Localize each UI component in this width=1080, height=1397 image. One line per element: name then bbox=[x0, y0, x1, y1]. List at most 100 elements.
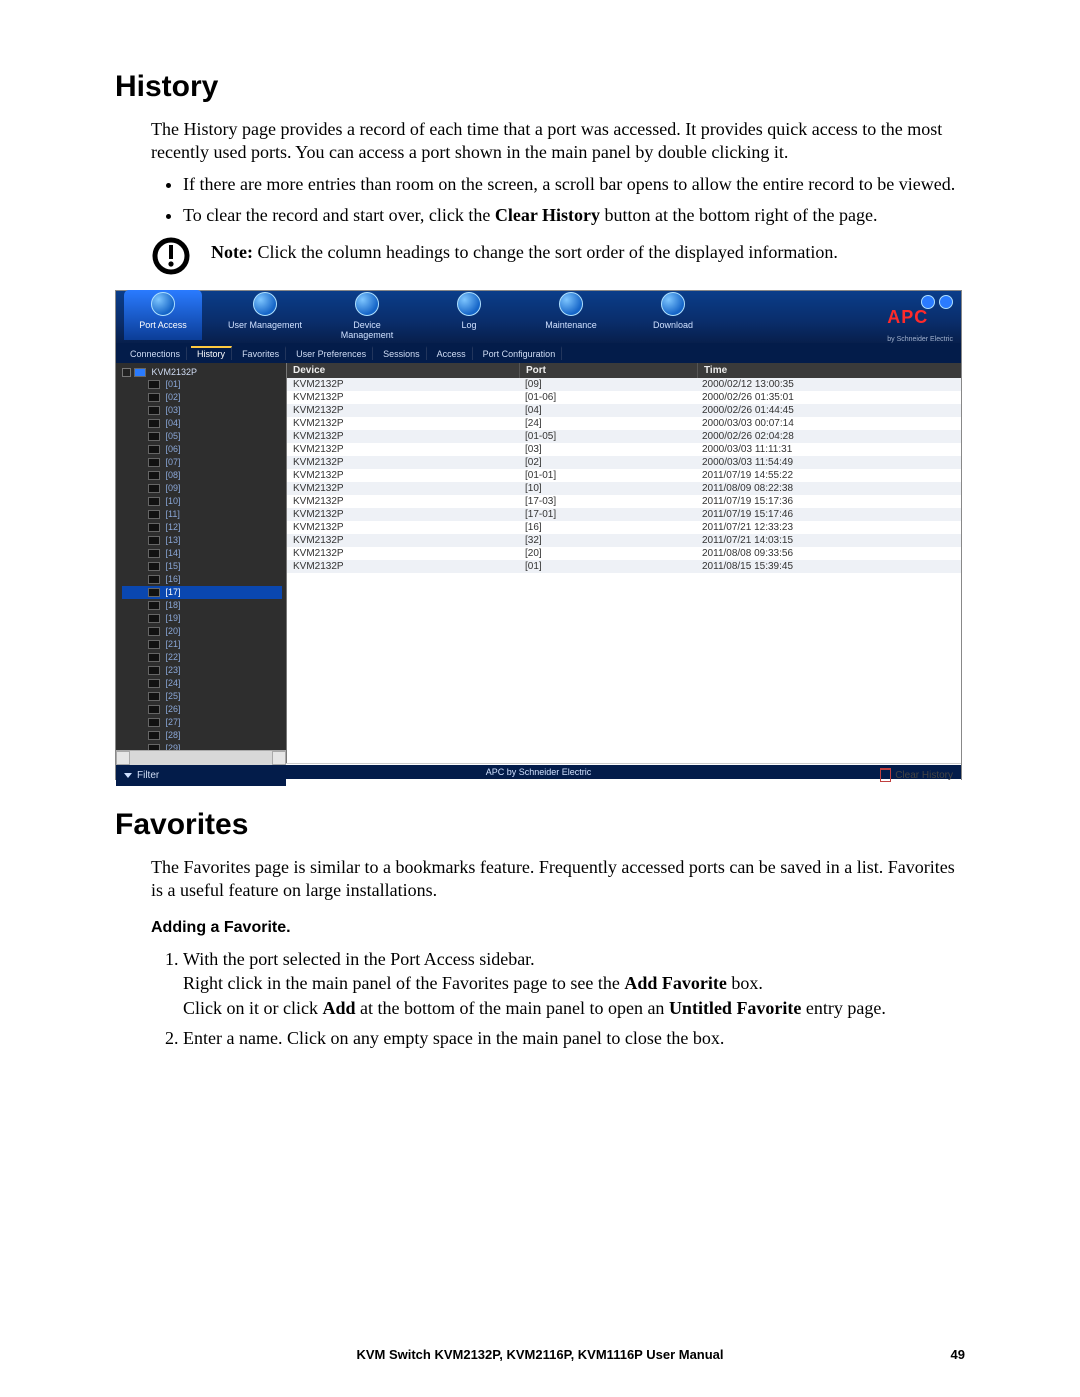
main-tab-user-management[interactable]: User Management bbox=[226, 290, 304, 340]
history-row[interactable]: KVM2132P[17-01]2011/07/19 15:17:46 bbox=[287, 508, 961, 521]
col-port[interactable]: Port bbox=[520, 363, 698, 378]
txt: button at the bottom right of the page. bbox=[600, 205, 877, 225]
history-row[interactable]: KVM2132P[09]2000/02/12 13:00:35 bbox=[287, 378, 961, 391]
history-row[interactable]: KVM2132P[01-06]2000/02/26 01:35:01 bbox=[287, 391, 961, 404]
tree-port[interactable]: [16] bbox=[122, 573, 282, 586]
tree-port[interactable]: [05] bbox=[122, 430, 282, 443]
apc-logo: APC bbox=[887, 307, 953, 328]
txt: To clear the record and start over, clic… bbox=[183, 205, 495, 225]
history-row[interactable]: KVM2132P[32]2011/07/21 14:03:15 bbox=[287, 534, 961, 547]
tree-port[interactable]: [09] bbox=[122, 482, 282, 495]
page-number: 49 bbox=[951, 1347, 965, 1362]
tab-icon bbox=[559, 292, 583, 316]
sub-tab-favorites[interactable]: Favorites bbox=[236, 346, 286, 360]
tree-port[interactable]: [20] bbox=[122, 625, 282, 638]
heading-favorites: Favorites bbox=[115, 808, 965, 842]
tree-port[interactable]: [22] bbox=[122, 651, 282, 664]
main-tab-device-management[interactable]: Device Management bbox=[328, 290, 406, 340]
clear-history-button[interactable]: Clear History bbox=[880, 768, 953, 782]
tree-port[interactable]: [03] bbox=[122, 404, 282, 417]
history-row[interactable]: KVM2132P[10]2011/08/09 08:22:38 bbox=[287, 482, 961, 495]
history-row[interactable]: KVM2132P[01-05]2000/02/26 02:04:28 bbox=[287, 430, 961, 443]
adding-favorite-subhead: Adding a Favorite. bbox=[151, 919, 965, 937]
history-row[interactable]: KVM2132P[01]2011/08/15 15:39:45 bbox=[287, 560, 961, 573]
tree-port[interactable]: [01] bbox=[122, 378, 282, 391]
tree-port[interactable]: [02] bbox=[122, 391, 282, 404]
main-tab-maintenance[interactable]: Maintenance bbox=[532, 290, 610, 340]
tree-port[interactable]: [17] bbox=[122, 586, 282, 599]
tree-port[interactable]: [27] bbox=[122, 716, 282, 729]
sub-tab-access[interactable]: Access bbox=[431, 346, 473, 360]
history-table-header[interactable]: Device Port Time bbox=[287, 363, 961, 378]
tree-port[interactable]: [21] bbox=[122, 638, 282, 651]
tree-port[interactable]: [24] bbox=[122, 677, 282, 690]
sub-tab-connections[interactable]: Connections bbox=[124, 346, 187, 360]
history-panel: Device Port Time KVM2132P[09]2000/02/12 … bbox=[287, 363, 961, 763]
help-icon[interactable] bbox=[921, 295, 935, 309]
top-right-icons bbox=[921, 295, 953, 309]
footer-title: KVM Switch KVM2132P, KVM2116P, KVM1116P … bbox=[356, 1347, 723, 1362]
sub-tab-sessions[interactable]: Sessions bbox=[377, 346, 427, 360]
col-time[interactable]: Time bbox=[698, 363, 961, 378]
filter-button[interactable]: Filter bbox=[116, 764, 286, 786]
fav-step-1: With the port selected in the Port Acces… bbox=[183, 947, 965, 1020]
tree-port[interactable]: [26] bbox=[122, 703, 282, 716]
history-row[interactable]: KVM2132P[03]2000/03/03 11:11:31 bbox=[287, 443, 961, 456]
note-body: Click the column headings to change the … bbox=[253, 242, 838, 262]
history-row[interactable]: KVM2132P[04]2000/02/26 01:44:45 bbox=[287, 404, 961, 417]
tree-root[interactable]: KVM2132P bbox=[122, 366, 282, 378]
history-bullet-2: To clear the record and start over, clic… bbox=[183, 204, 965, 227]
main-tab-port-access[interactable]: Port Access bbox=[124, 290, 202, 340]
sub-tab-port-configuration[interactable]: Port Configuration bbox=[477, 346, 563, 360]
history-row[interactable]: KVM2132P[17-03]2011/07/19 15:17:36 bbox=[287, 495, 961, 508]
tree-port[interactable]: [18] bbox=[122, 599, 282, 612]
fav-step-2: Enter a name. Click on any empty space i… bbox=[183, 1026, 965, 1050]
tree-port[interactable]: [15] bbox=[122, 560, 282, 573]
note-text: Note: Click the column headings to chang… bbox=[211, 236, 838, 263]
history-row[interactable]: KVM2132P[16]2011/07/21 12:33:23 bbox=[287, 521, 961, 534]
main-nav-tabs: Port Access User Management Device Managem… bbox=[124, 290, 712, 343]
tree-port[interactable]: [06] bbox=[122, 443, 282, 456]
tree-port[interactable]: [28] bbox=[122, 729, 282, 742]
tree-port[interactable]: [04] bbox=[122, 417, 282, 430]
exclamation-icon bbox=[151, 236, 191, 276]
history-intro: The History page provides a record of ea… bbox=[151, 118, 965, 163]
history-row[interactable]: KVM2132P[02]2000/03/03 11:54:49 bbox=[287, 456, 961, 469]
tree-port[interactable]: [07] bbox=[122, 456, 282, 469]
tree-port[interactable]: [25] bbox=[122, 690, 282, 703]
tab-icon bbox=[355, 292, 379, 316]
sub-nav-tabs: Connections History Favorites User Preferen… bbox=[116, 343, 961, 363]
page-footer: KVM Switch KVM2132P, KVM2116P, KVM1116P … bbox=[115, 1347, 965, 1362]
favorites-steps: With the port selected in the Port Acces… bbox=[183, 947, 965, 1050]
main-tab-log[interactable]: Log bbox=[430, 290, 508, 340]
history-row[interactable]: KVM2132P[24]2000/03/03 00:07:14 bbox=[287, 417, 961, 430]
tree-port[interactable]: [12] bbox=[122, 521, 282, 534]
tree-port[interactable]: [19] bbox=[122, 612, 282, 625]
sub-tab-user-preferences[interactable]: User Preferences bbox=[290, 346, 373, 360]
kvm-body: KVM2132P [01] [02] [03] [04] [05] [06] [… bbox=[116, 363, 961, 763]
txt: box. bbox=[727, 973, 763, 993]
tree-port[interactable]: [13] bbox=[122, 534, 282, 547]
tree-port[interactable]: [11] bbox=[122, 508, 282, 521]
history-row[interactable]: KVM2132P[20]2011/08/08 09:33:56 bbox=[287, 547, 961, 560]
tree-port[interactable]: [08] bbox=[122, 469, 282, 482]
favorites-intro: The Favorites page is similar to a bookm… bbox=[151, 856, 965, 901]
tree-port[interactable]: [23] bbox=[122, 664, 282, 677]
history-rows[interactable]: KVM2132P[09]2000/02/12 13:00:35KVM2132P[… bbox=[287, 378, 961, 763]
sub-tab-history[interactable]: History bbox=[191, 346, 232, 360]
sidebar-h-scrollbar[interactable] bbox=[116, 750, 286, 765]
tree-port[interactable]: [10] bbox=[122, 495, 282, 508]
col-device[interactable]: Device bbox=[287, 363, 520, 378]
txt: at the bottom of the main panel to open … bbox=[356, 998, 669, 1018]
tab-icon bbox=[661, 292, 685, 316]
tree-port[interactable]: [14] bbox=[122, 547, 282, 560]
history-row[interactable]: KVM2132P[01-01]2011/07/19 14:55:22 bbox=[287, 469, 961, 482]
tab-icon bbox=[457, 292, 481, 316]
add-ref: Add bbox=[322, 998, 355, 1018]
logout-icon[interactable] bbox=[939, 295, 953, 309]
sidebar-tree[interactable]: KVM2132P [01] [02] [03] [04] [05] [06] [… bbox=[116, 363, 287, 763]
txt: entry page. bbox=[801, 998, 885, 1018]
tab-icon bbox=[253, 292, 277, 316]
main-tab-download[interactable]: Download bbox=[634, 290, 712, 340]
apc-tagline: by Schneider Electric bbox=[887, 336, 953, 343]
